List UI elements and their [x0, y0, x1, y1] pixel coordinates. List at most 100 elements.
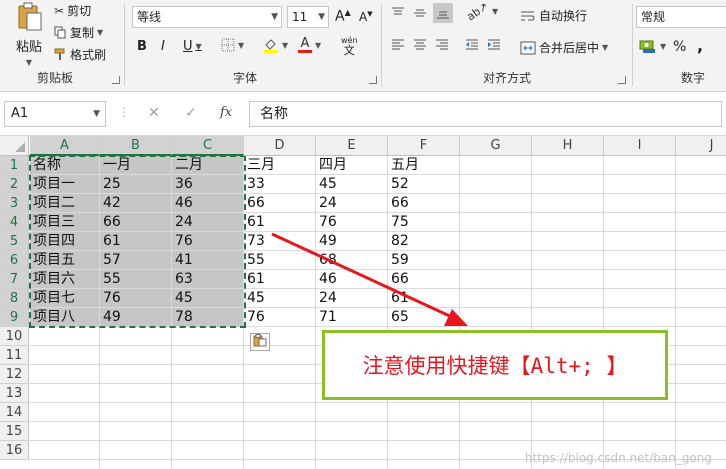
- cell-e4[interactable]: 76: [316, 213, 388, 232]
- format-painter-button[interactable]: 格式刷: [54, 46, 106, 63]
- row-header-14[interactable]: 14: [0, 403, 29, 422]
- paste-options-button[interactable]: [250, 333, 270, 351]
- fill-color-button[interactable]: ▼: [263, 37, 288, 54]
- bold-icon: B: [137, 39, 147, 54]
- formula-input[interactable]: 名称: [249, 101, 722, 127]
- orientation-button[interactable]: ab↗ ▼: [464, 0, 498, 23]
- row-header-1[interactable]: 1: [0, 156, 29, 175]
- cell-e8[interactable]: 24: [316, 289, 388, 308]
- grow-font-button[interactable]: A▲: [335, 8, 351, 25]
- row-header-13[interactable]: 13: [0, 384, 29, 403]
- column-header-b[interactable]: B: [100, 136, 172, 156]
- cell-d2[interactable]: 33: [244, 175, 316, 194]
- column-header-c[interactable]: C: [172, 136, 244, 156]
- italic-button[interactable]: I: [161, 39, 165, 54]
- row-header-11[interactable]: 11: [0, 346, 29, 365]
- cell-f1[interactable]: 五月: [388, 156, 460, 175]
- font-color-button[interactable]: A ▼: [298, 37, 321, 53]
- cell-e7[interactable]: 46: [316, 270, 388, 289]
- row-header-7[interactable]: 7: [0, 270, 29, 289]
- chevron-down-icon[interactable]: ▼: [93, 102, 100, 126]
- column-header-f[interactable]: F: [388, 136, 460, 156]
- cell-d4[interactable]: 61: [244, 213, 316, 232]
- cut-button[interactable]: ✂ 剪切: [54, 2, 91, 19]
- number-format-select[interactable]: 常规: [636, 6, 726, 28]
- cell-d7[interactable]: 61: [244, 270, 316, 289]
- column-header-j[interactable]: J: [676, 136, 726, 156]
- column-header-d[interactable]: D: [244, 136, 316, 156]
- row-header-8[interactable]: 8: [0, 289, 29, 308]
- column-header-h[interactable]: H: [532, 136, 604, 156]
- copy-button[interactable]: 复制 ▼: [54, 24, 103, 41]
- cell-f3[interactable]: 66: [388, 194, 460, 213]
- row-header-16[interactable]: 16: [0, 441, 29, 460]
- column-header-a[interactable]: A: [30, 136, 100, 156]
- font-size-select[interactable]: 11 ▼: [287, 6, 329, 28]
- column-header-g[interactable]: G: [460, 136, 532, 156]
- comma-style-button[interactable]: ,: [697, 36, 703, 55]
- decrease-indent-button[interactable]: [464, 38, 480, 52]
- cell-f5[interactable]: 82: [388, 232, 460, 251]
- wrap-text-button[interactable]: 自动换行: [520, 7, 587, 24]
- cancel-icon[interactable]: ✕: [148, 105, 160, 121]
- cell-f7[interactable]: 66: [388, 270, 460, 289]
- row-header-2[interactable]: 2: [0, 175, 29, 194]
- row-header-4[interactable]: 4: [0, 213, 29, 232]
- row-header-9[interactable]: 9: [0, 308, 29, 327]
- increase-indent-button[interactable]: [486, 38, 502, 52]
- borders-button[interactable]: ▼: [221, 38, 244, 52]
- chevron-down-icon[interactable]: ▼: [97, 28, 103, 37]
- percent-style-button[interactable]: %: [673, 39, 686, 55]
- cell-d3[interactable]: 66: [244, 194, 316, 213]
- column-header-e[interactable]: E: [316, 136, 388, 156]
- column-header-i[interactable]: I: [604, 136, 676, 156]
- shrink-font-button[interactable]: A▼: [359, 10, 373, 24]
- chevron-down-icon: ▼: [660, 41, 667, 51]
- row-header-5[interactable]: 5: [0, 232, 29, 251]
- cell-f4[interactable]: 75: [388, 213, 460, 232]
- dialog-launcher-icon[interactable]: [112, 76, 120, 84]
- dialog-launcher-icon[interactable]: [618, 76, 626, 84]
- row-header-12[interactable]: 12: [0, 365, 29, 384]
- dialog-launcher-icon[interactable]: [369, 76, 377, 84]
- align-middle-button[interactable]: [412, 5, 428, 21]
- name-box[interactable]: A1 ▼: [4, 101, 106, 127]
- bold-button[interactable]: B: [137, 39, 147, 54]
- cell-e1[interactable]: 四月: [316, 156, 388, 175]
- cell-d5[interactable]: 73: [244, 232, 316, 251]
- row-header-3[interactable]: 3: [0, 194, 29, 213]
- copy-label: 复制: [70, 26, 95, 40]
- cell-f6[interactable]: 59: [388, 251, 460, 270]
- number-group: 常规 ▼ % , 数字: [633, 0, 726, 92]
- cell-e2[interactable]: 45: [316, 175, 388, 194]
- cell-d8[interactable]: 45: [244, 289, 316, 308]
- row-header-6[interactable]: 6: [0, 251, 29, 270]
- cell-e6[interactable]: 68: [316, 251, 388, 270]
- underline-button[interactable]: U ▼: [183, 39, 202, 54]
- font-name-select[interactable]: 等线 ▼: [132, 6, 282, 28]
- select-all-button[interactable]: [0, 136, 29, 156]
- align-center-button[interactable]: [412, 38, 428, 52]
- row-header-15[interactable]: 15: [0, 422, 29, 441]
- cell-f8[interactable]: 61: [388, 289, 460, 308]
- cell-d1[interactable]: 三月: [244, 156, 316, 175]
- align-bottom-button[interactable]: [433, 3, 453, 23]
- enter-icon[interactable]: ✓: [185, 105, 197, 121]
- chevron-down-icon[interactable]: ▼: [26, 58, 32, 67]
- row-header-10[interactable]: 10: [0, 327, 29, 346]
- cell-e5[interactable]: 49: [316, 232, 388, 251]
- align-left-button[interactable]: [390, 38, 406, 52]
- phonetic-button[interactable]: wén 文: [341, 37, 358, 57]
- cell-f2[interactable]: 52: [388, 175, 460, 194]
- cell-e3[interactable]: 24: [316, 194, 388, 213]
- paste-button[interactable]: 粘贴 ▼: [10, 2, 48, 67]
- cell-d6[interactable]: 55: [244, 251, 316, 270]
- insert-function-button[interactable]: fx: [220, 105, 232, 120]
- cell-f9[interactable]: 65: [388, 308, 460, 327]
- align-right-button[interactable]: [434, 38, 450, 52]
- merge-center-button[interactable]: 合并后居中 ▼: [520, 39, 608, 56]
- accounting-format-button[interactable]: ▼: [639, 38, 666, 54]
- align-top-button[interactable]: [390, 5, 406, 21]
- cell-d9[interactable]: 76: [244, 308, 316, 327]
- cell-e9[interactable]: 71: [316, 308, 388, 327]
